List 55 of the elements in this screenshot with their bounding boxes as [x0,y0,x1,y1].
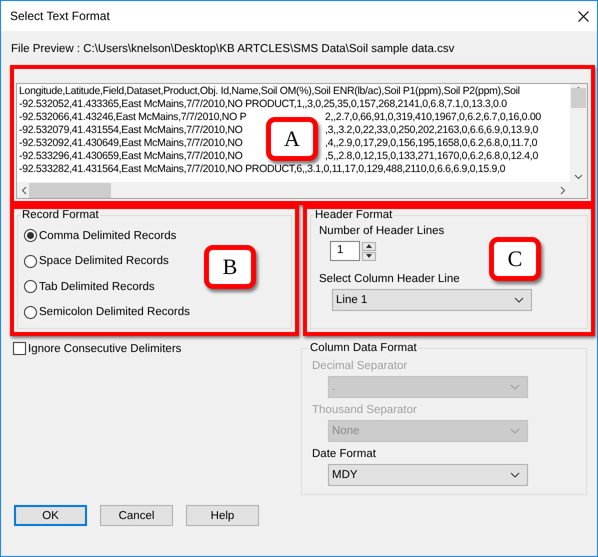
radio-option[interactable]: Space Delimited Records [24,248,169,274]
callout-label: A [266,117,318,161]
horizontal-scrollbar[interactable] [17,182,570,198]
group-title: Column Data Format [309,342,418,354]
scroll-left-icon[interactable] [21,186,27,194]
preview-line: -92.532066,41.43246,East McMains,7/7/2010,NO P [19,111,248,124]
chevron-down-icon [510,428,520,434]
preview-line: -92.532092,41.430649,East McMains,7/7/2010,NO [19,137,244,150]
spin-up-button[interactable] [362,242,376,250]
field-label: Decimal Separator [312,360,408,372]
radio-button[interactable] [24,306,37,319]
triangle-up-icon [366,244,372,248]
radio-option[interactable]: Tab Delimited Records [24,274,155,300]
chevron-down-icon [510,384,520,390]
dropdown[interactable]: MDY [328,464,528,486]
dialog-button[interactable]: Cancel [100,505,173,526]
preview-line: -92.532052,41.433365,East McMains,7/7/2010,NO PRODUCT,1,,3,0,25,35,0,157,268,2141,0,6.8,7.1,0,13.3,0.0 [19,98,507,111]
group-title: Record Format [21,209,100,221]
scroll-down-icon[interactable] [574,174,583,180]
preview-line: -92.533296,41.430659,East McMains,7/7/2010,NO [19,150,244,163]
ignore-delimiters-checkbox[interactable]: Ignore Consecutive Delimiters [10,342,301,355]
scroll-thumb[interactable] [29,182,111,198]
preview-line: -92.532079,41.431554,East McMains,7/7/2010,NO [19,124,244,137]
radio-button[interactable] [24,280,37,294]
radio-option[interactable]: Semicolon Delimited Records [24,300,190,325]
preview-line: Longitude,Latitude,Field,Dataset,Product,Obj. Id,Name,Soil OM(%),Soil ENR(lb/ac),Soil P1(ppm),Soil P2(ppm),Soil [19,85,520,98]
chevron-down-icon [514,297,524,303]
callout-label: C [489,237,541,281]
preview-line: 2,,2.7,0,66,91,0,319,410,1967,0,6.2,6.7,0,16,0.00 [325,111,541,124]
dialog-button[interactable]: Help [186,505,259,526]
field-label: Thousand Separator [312,404,418,416]
radio-option[interactable]: Comma Delimited Records [24,223,176,248]
scroll-right-icon[interactable] [560,186,566,194]
preview-line: ,4,,2.9,0,17,29,0,156,195,1658,0,6.2,6.8,0,11.7,0 [325,137,538,150]
vertical-scrollbar[interactable] [570,84,587,182]
scroll-thumb[interactable] [571,88,586,108]
preview-line: ,3,,3.2,0,22,33,0,250,202,2163,0,6.6,6.9,0,13.9,0 [325,124,538,137]
close-icon[interactable] [578,10,589,22]
preview-line: ,5,,2.8,0,12,15,0,133,271,1670,0,6.2,6.8,0,12.4,0 [325,150,538,163]
field-label: Select Column Header Line [319,273,460,285]
chevron-down-icon [510,472,520,478]
header-lines-field[interactable]: 1 [330,241,360,261]
column-header-dropdown[interactable]: Line 1 [332,289,532,311]
radio-button[interactable] [24,229,37,242]
window-title: Select Text Format [10,9,110,23]
field-label: Date Format [312,448,377,460]
field-label: Number of Header Lines [319,225,444,237]
file-path-label: File Preview : C:\Users\knelson\Desktop\KB ARTCLES\SMS Data\Soil sample data.csv [11,43,456,55]
spin-down-button[interactable] [362,252,376,260]
triangle-down-icon [366,254,372,258]
dialog-button[interactable]: OK [14,505,87,526]
preview-line: -92.533282,41.431564,East McMains,7/7/2010,NO PRODUCT,6,,3.1,0,11,17,0,129,488,2110,0,6.6,6.9,0,15.9,0 [19,163,506,176]
radio-button[interactable] [24,254,37,268]
callout-label: B [204,245,256,289]
group-title: Header Format [314,209,394,221]
